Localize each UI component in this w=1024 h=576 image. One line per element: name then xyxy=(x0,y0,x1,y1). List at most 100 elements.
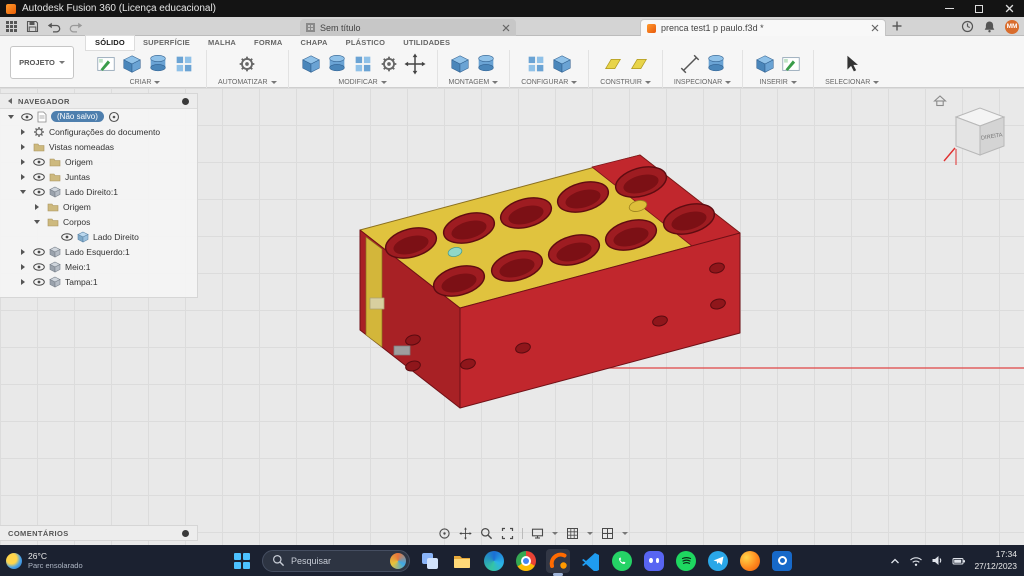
visibility-eye-icon[interactable] xyxy=(61,233,73,241)
expand-icon[interactable] xyxy=(21,264,25,270)
chevron-down-icon[interactable] xyxy=(587,532,593,535)
collapse-panel-icon[interactable] xyxy=(8,98,12,104)
job-status-icon[interactable] xyxy=(961,20,974,33)
model-block[interactable] xyxy=(360,155,740,408)
zoom-icon[interactable] xyxy=(480,527,493,540)
workspace-selector-button[interactable]: PROJETO xyxy=(10,46,74,79)
expand-icon[interactable] xyxy=(21,279,25,285)
new-component-button[interactable] xyxy=(449,53,471,75)
browser-header[interactable]: NAVEGADOR xyxy=(0,94,197,109)
battery-icon[interactable] xyxy=(952,555,966,567)
fusion-360-button[interactable] xyxy=(546,549,570,573)
measure-button[interactable] xyxy=(679,53,701,75)
firefox-button[interactable] xyxy=(738,549,762,573)
tab-utilidades[interactable]: UTILIDADES xyxy=(394,36,459,50)
shell-button[interactable] xyxy=(352,53,374,75)
close-button[interactable] xyxy=(994,0,1024,17)
expand-icon[interactable] xyxy=(21,144,25,150)
expand-icon[interactable] xyxy=(8,115,14,119)
press-pull-button[interactable] xyxy=(300,53,322,75)
group-label[interactable]: INSERIR xyxy=(759,79,796,86)
visibility-eye-icon[interactable] xyxy=(33,278,45,286)
group-label[interactable]: CRIAR xyxy=(130,79,161,86)
weather-widget[interactable]: 26°C Parc ensolarado xyxy=(6,545,83,576)
insert-mesh-button[interactable] xyxy=(754,53,776,75)
group-label[interactable]: INSPECIONAR xyxy=(674,79,731,86)
viewcube[interactable]: DIREITA xyxy=(932,93,1016,182)
expand-icon[interactable] xyxy=(21,159,25,165)
search-highlight-icon[interactable] xyxy=(390,553,406,569)
tab-superficie[interactable]: SUPERFÍCIE xyxy=(134,36,199,50)
fit-view-icon[interactable] xyxy=(501,527,514,540)
create-sketch-button[interactable] xyxy=(95,53,117,75)
browser-item-tampa-1[interactable]: Tampa:1 xyxy=(0,274,197,289)
chrome-button[interactable] xyxy=(514,549,538,573)
viewport-canvas[interactable]: DIREITA NAVEGADOR (Não salvo) xyxy=(0,88,1024,545)
configure-button[interactable] xyxy=(525,53,547,75)
browser-item-meio-1[interactable]: Meio:1 xyxy=(0,259,197,274)
tray-expand-chevron-icon[interactable] xyxy=(889,556,901,566)
start-button[interactable] xyxy=(230,549,254,573)
tab-chapa[interactable]: CHAPA xyxy=(292,36,337,50)
expand-icon[interactable] xyxy=(21,129,25,135)
group-label[interactable]: MODIFICAR xyxy=(338,79,386,86)
notifications-bell-icon[interactable] xyxy=(983,20,996,33)
user-avatar[interactable]: MM xyxy=(1005,20,1019,34)
expand-icon[interactable] xyxy=(35,204,39,210)
construction-plane-button[interactable] xyxy=(602,53,624,75)
expand-icon[interactable] xyxy=(21,174,25,180)
group-label[interactable]: AUTOMATIZAR xyxy=(218,79,277,86)
expand-icon[interactable] xyxy=(34,220,40,224)
display-settings-icon[interactable] xyxy=(531,527,544,540)
create-cylinder-button[interactable] xyxy=(147,53,169,75)
browser-item-lado-direito-body[interactable]: Lado Direito xyxy=(0,229,197,244)
visibility-eye-icon[interactable] xyxy=(33,248,45,256)
move-button[interactable] xyxy=(404,53,426,75)
vscode-button[interactable] xyxy=(578,549,602,573)
joint-button[interactable] xyxy=(475,53,497,75)
browser-item-lado-direito-1[interactable]: Lado Direito:1 xyxy=(0,184,197,199)
automate-button[interactable] xyxy=(236,53,258,75)
chevron-down-icon[interactable] xyxy=(552,532,558,535)
telegram-button[interactable] xyxy=(706,549,730,573)
undo-icon[interactable] xyxy=(47,20,61,33)
browser-item-root[interactable]: (Não salvo) xyxy=(0,109,197,124)
tab-close-icon[interactable] xyxy=(502,24,510,32)
browser-item-origin-2[interactable]: Origem xyxy=(0,199,197,214)
panel-options-button[interactable] xyxy=(182,530,189,537)
edge-button[interactable] xyxy=(482,549,506,573)
change-parameters-button[interactable] xyxy=(378,53,400,75)
comments-panel[interactable]: COMENTÁRIOS xyxy=(0,525,198,541)
browser-item-bodies[interactable]: Corpos xyxy=(0,214,197,229)
expand-icon[interactable] xyxy=(20,190,26,194)
create-pattern-button[interactable] xyxy=(173,53,195,75)
tab-close-icon[interactable] xyxy=(871,24,879,32)
viewports-icon[interactable] xyxy=(601,527,614,540)
create-box-button[interactable] xyxy=(121,53,143,75)
panel-options-button[interactable] xyxy=(182,98,189,105)
tab-solido[interactable]: SÓLIDO xyxy=(86,36,134,50)
browser-item-joints[interactable]: Juntas xyxy=(0,169,197,184)
pan-icon[interactable] xyxy=(459,527,472,540)
document-tab-untitled[interactable]: Sem título xyxy=(300,19,516,36)
taskbar-clock[interactable]: 17:34 27/12/2023 xyxy=(974,549,1017,571)
grid-settings-icon[interactable] xyxy=(566,527,579,540)
visibility-eye-icon[interactable] xyxy=(21,113,33,121)
insert-svg-button[interactable] xyxy=(780,53,802,75)
document-name-badge[interactable]: (Não salvo) xyxy=(51,111,104,122)
visibility-eye-icon[interactable] xyxy=(33,188,45,196)
task-view-button[interactable] xyxy=(418,549,442,573)
browser-item-lado-esquerdo-1[interactable]: Lado Esquerdo:1 xyxy=(0,244,197,259)
search-box[interactable]: Pesquisar xyxy=(262,550,410,572)
tab-forma[interactable]: FORMA xyxy=(245,36,292,50)
redo-icon[interactable] xyxy=(69,20,83,33)
sync-status-icon[interactable] xyxy=(108,111,120,123)
visibility-eye-icon[interactable] xyxy=(33,158,45,166)
construction-axis-button[interactable] xyxy=(628,53,650,75)
minimize-button[interactable] xyxy=(934,0,964,17)
fillet-button[interactable] xyxy=(326,53,348,75)
group-label[interactable]: MONTAGEM xyxy=(449,79,499,86)
document-tab-active[interactable]: prenca test1 p paulo.f3d * xyxy=(640,19,886,36)
dimension-tag[interactable] xyxy=(394,346,410,355)
visibility-eye-icon[interactable] xyxy=(33,173,45,181)
